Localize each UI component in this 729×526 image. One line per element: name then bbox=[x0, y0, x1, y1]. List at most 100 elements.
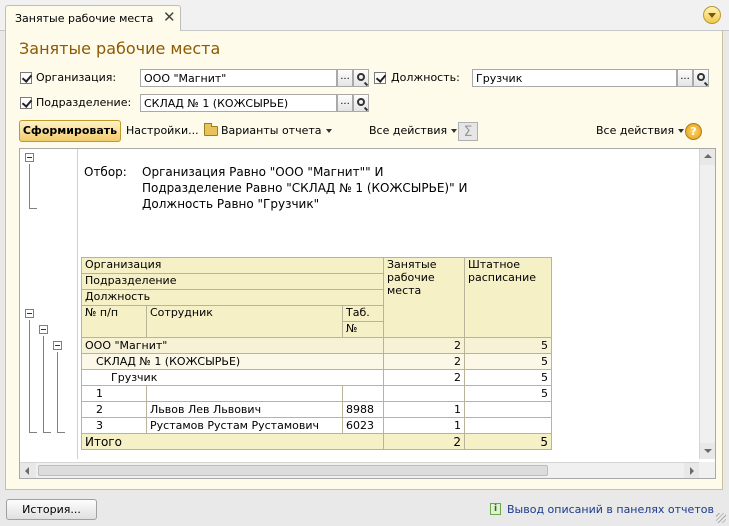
chevron-down-icon[interactable] bbox=[703, 6, 721, 24]
settings-button[interactable]: Настройки... bbox=[126, 124, 199, 137]
header-tab-number: Таб. bbox=[342, 305, 384, 322]
filter-caption: Отбор: bbox=[84, 165, 127, 179]
division-label: Подразделение: bbox=[36, 96, 132, 109]
vertical-scrollbar[interactable] bbox=[699, 149, 715, 459]
filter-line: Должность Равно "Грузчик" bbox=[142, 197, 320, 211]
header-occupied-line: Занятые bbox=[387, 258, 437, 271]
outline-line bbox=[29, 320, 30, 432]
header-employee: Сотрудник bbox=[146, 305, 343, 338]
scroll-left-button[interactable] bbox=[20, 463, 36, 478]
table-row-organization[interactable]: ООО "Магнит" 2 5 bbox=[81, 337, 552, 354]
staff-cell: 5 bbox=[464, 369, 552, 386]
all-actions-label: Все действия bbox=[596, 124, 675, 137]
occupied-cell: 2 bbox=[383, 369, 465, 386]
header-occupied-line: рабочие bbox=[387, 271, 435, 284]
position-select-button[interactable]: ... bbox=[677, 69, 693, 87]
scroll-right-button[interactable] bbox=[684, 463, 700, 478]
chevron-down-icon bbox=[325, 129, 332, 133]
all-actions-menu-right[interactable]: Все действия bbox=[596, 124, 685, 137]
collapse-icon[interactable] bbox=[53, 341, 62, 350]
employee-cell bbox=[146, 385, 343, 402]
tab-label: Занятые рабочие места bbox=[15, 12, 154, 25]
table-row-position[interactable]: Грузчик 2 5 bbox=[81, 369, 552, 386]
chevron-down-icon bbox=[451, 129, 458, 133]
outline-line bbox=[57, 432, 65, 433]
history-button[interactable]: История... bbox=[6, 499, 97, 520]
collapse-icon[interactable] bbox=[39, 325, 48, 334]
organization-field[interactable]: ООО "Магнит" ... bbox=[140, 69, 369, 87]
help-icon[interactable]: ? bbox=[685, 123, 702, 140]
generate-button[interactable]: Сформировать bbox=[19, 120, 121, 142]
search-icon bbox=[357, 73, 365, 81]
division-checkbox[interactable] bbox=[20, 97, 32, 109]
position-checkbox[interactable] bbox=[374, 72, 386, 84]
report-variants-menu[interactable]: Варианты отчета bbox=[221, 124, 332, 137]
all-actions-menu-left[interactable]: Все действия bbox=[369, 124, 458, 137]
staff-cell bbox=[464, 417, 552, 434]
collapse-icon[interactable] bbox=[25, 309, 34, 318]
division-search-button[interactable] bbox=[353, 94, 369, 112]
report-form: Занятые рабочие места Организация: ООО "… bbox=[5, 31, 723, 490]
position-group-name: Грузчик bbox=[81, 369, 384, 386]
header-division: Подразделение bbox=[81, 273, 384, 290]
table-row[interactable]: 2 Львов Лев Львович 8988 1 bbox=[81, 401, 552, 418]
division-select-button[interactable]: ... bbox=[337, 94, 353, 112]
outline-line bbox=[29, 164, 30, 208]
sum-icon[interactable]: Σ bbox=[458, 122, 478, 141]
all-actions-label: Все действия bbox=[369, 124, 448, 137]
outline-line bbox=[57, 352, 58, 432]
organization-search-button[interactable] bbox=[353, 69, 369, 87]
folder-icon bbox=[204, 123, 218, 136]
table-row-division[interactable]: СКЛАД № 1 (КОЖСЫРЬЕ) 2 5 bbox=[81, 353, 552, 370]
employee-cell: Львов Лев Львович bbox=[146, 401, 343, 418]
search-icon bbox=[697, 73, 705, 81]
tab-strip: Занятые рабочие места ✕ bbox=[0, 0, 729, 32]
position-value: Грузчик bbox=[476, 72, 523, 85]
division-group-name: СКЛАД № 1 (КОЖСЫРЬЕ) bbox=[81, 353, 384, 370]
arrow-left-icon bbox=[25, 467, 29, 475]
collapse-icon[interactable] bbox=[25, 153, 34, 162]
row-number-cell: 2 bbox=[81, 401, 147, 418]
position-field[interactable]: Грузчик ... bbox=[472, 69, 709, 87]
organization-checkbox[interactable] bbox=[20, 72, 32, 84]
scroll-up-button[interactable] bbox=[700, 149, 715, 165]
outline-line bbox=[29, 208, 37, 209]
tab-occupied-workplaces[interactable]: Занятые рабочие места ✕ bbox=[5, 5, 181, 32]
position-search-button[interactable] bbox=[693, 69, 709, 87]
division-value: СКЛАД № 1 (КОЖСЫРЬЕ) bbox=[144, 97, 289, 110]
organization-select-button[interactable]: ... bbox=[337, 69, 353, 87]
organization-group-name: ООО "Магнит" bbox=[81, 337, 384, 354]
horizontal-scroll-thumb[interactable] bbox=[38, 465, 548, 476]
staff-cell bbox=[464, 401, 552, 418]
header-occupied: Занятые рабочие места bbox=[383, 257, 465, 338]
close-icon[interactable]: ✕ bbox=[163, 9, 176, 25]
total-occupied: 2 bbox=[383, 433, 465, 450]
report-descriptions-link[interactable]: Вывод описаний в панелях отчетов bbox=[507, 503, 714, 516]
table-row[interactable]: 1 5 bbox=[81, 385, 552, 402]
row-number-cell: 1 bbox=[81, 385, 147, 402]
tab-number-cell: 8988 bbox=[342, 401, 384, 418]
scroll-corner bbox=[699, 462, 715, 478]
header-occupied-line: места bbox=[387, 284, 422, 297]
arrow-down-icon bbox=[704, 449, 712, 453]
report-document[interactable]: Отбор: Организация Равно "ООО "Магнит"" … bbox=[19, 148, 716, 479]
employee-cell: Рустамов Рустам Рустамович bbox=[146, 417, 343, 434]
outline-line bbox=[43, 336, 44, 432]
header-tab-number: № bbox=[342, 321, 384, 338]
resize-grip-icon[interactable] bbox=[716, 513, 726, 523]
outline-line bbox=[29, 432, 37, 433]
table-row-total[interactable]: Итого 2 5 bbox=[81, 433, 552, 450]
occupied-cell bbox=[383, 385, 465, 402]
total-staff: 5 bbox=[464, 433, 552, 450]
outline-line bbox=[43, 432, 51, 433]
table-row[interactable]: 3 Рустамов Рустам Рустамович 6023 1 bbox=[81, 417, 552, 434]
chevron-down-icon bbox=[678, 129, 685, 133]
staff-cell: 5 bbox=[464, 337, 552, 354]
info-icon: i bbox=[490, 503, 501, 515]
horizontal-scrollbar[interactable] bbox=[20, 462, 700, 478]
scroll-down-button[interactable] bbox=[700, 443, 715, 459]
division-field[interactable]: СКЛАД № 1 (КОЖСЫРЬЕ) ... bbox=[140, 94, 369, 112]
total-label: Итого bbox=[81, 433, 384, 450]
report-variants-label: Варианты отчета bbox=[221, 124, 322, 137]
header-organization: Организация bbox=[81, 257, 384, 274]
